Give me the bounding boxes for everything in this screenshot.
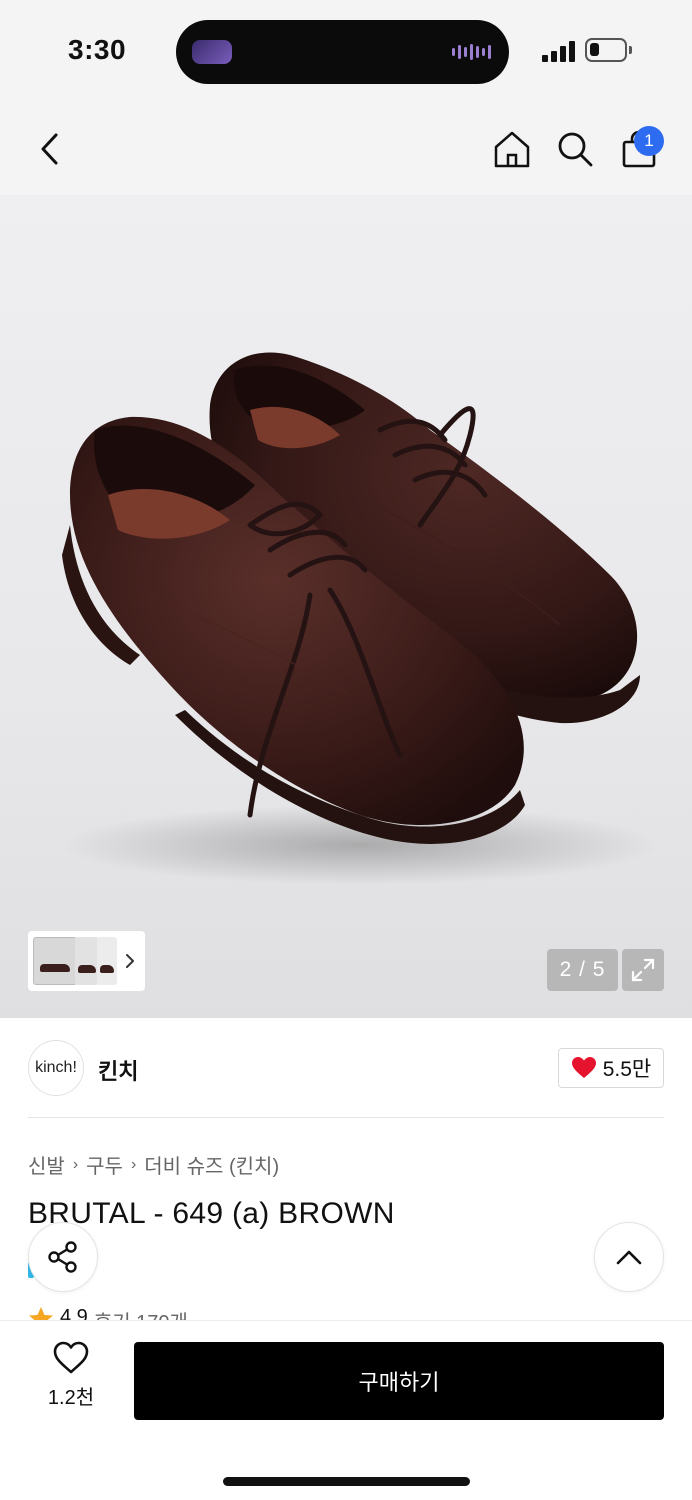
- star-icon: [29, 1307, 53, 1320]
- thumbnail-image[interactable]: [75, 937, 99, 985]
- search-button[interactable]: [553, 127, 597, 171]
- chevron-up-icon: [616, 1250, 642, 1265]
- back-chevron-icon: [41, 133, 58, 165]
- dynamic-island: [176, 20, 509, 84]
- review-count: 후기 170개: [94, 1306, 188, 1320]
- wishlist-count: 1.2천: [47, 1387, 95, 1409]
- image-counter: 2 / 5: [547, 949, 618, 991]
- now-playing-thumbnail: [192, 40, 232, 64]
- buy-button[interactable]: 구매하기: [134, 1342, 664, 1420]
- brand-name[interactable]: 킨치: [98, 1054, 138, 1086]
- home-icon: [494, 131, 530, 168]
- expand-icon: [631, 958, 655, 982]
- brand-like-count: 5.5만: [602, 1058, 652, 1081]
- wishlist-button[interactable]: 1.2천: [40, 1341, 102, 1421]
- breadcrumb-item[interactable]: 구두: [86, 1150, 123, 1179]
- audio-wave-icon: [452, 44, 491, 60]
- breadcrumb-item[interactable]: 신발: [28, 1150, 65, 1179]
- battery-icon: [585, 38, 632, 62]
- share-button[interactable]: [28, 1222, 98, 1292]
- status-time: 3:30: [68, 34, 127, 65]
- breadcrumb: 신발 › 구두 › 더비 슈즈 (킨치): [28, 1150, 279, 1179]
- product-image: [60, 352, 660, 885]
- status-bar: 3:30: [0, 0, 692, 105]
- heart-outline-icon: [53, 1341, 89, 1374]
- rating-summary[interactable]: 4.9 후기 170개: [28, 1306, 188, 1320]
- share-icon: [48, 1241, 77, 1273]
- thumbnail-image[interactable]: [33, 937, 77, 985]
- product-image-gallery[interactable]: 2 / 5: [0, 195, 692, 1018]
- nav-header: [0, 105, 692, 195]
- expand-image-button[interactable]: [622, 949, 664, 991]
- rating-score: 4.9: [60, 1306, 88, 1320]
- scroll-to-top-button[interactable]: [594, 1222, 664, 1292]
- cellular-signal-icon: [542, 40, 575, 62]
- home-indicator[interactable]: [223, 1477, 470, 1486]
- product-title: BRUTAL - 649 (a) BROWN: [28, 1197, 395, 1230]
- image-thumbnail-strip[interactable]: [28, 931, 145, 991]
- heart-filled-icon: [571, 1057, 596, 1078]
- search-icon: [558, 132, 593, 167]
- back-button[interactable]: [28, 127, 72, 171]
- brand-row: kinch! 킨치 5.5만: [28, 1040, 664, 1098]
- chevron-right-icon: ›: [72, 1155, 79, 1173]
- chevron-right-icon: ›: [130, 1155, 137, 1173]
- breadcrumb-item[interactable]: 더비 슈즈 (킨치): [144, 1150, 279, 1179]
- home-button[interactable]: [490, 127, 534, 171]
- brand-like-button[interactable]: 5.5만: [558, 1048, 664, 1088]
- chevron-right-icon: [126, 954, 134, 968]
- bottom-action-bar: 1.2천 구매하기: [0, 1320, 692, 1500]
- divider: [28, 1117, 664, 1118]
- cart-count-badge: 1: [634, 126, 664, 156]
- brand-logo[interactable]: kinch!: [28, 1040, 84, 1096]
- thumbnail-image[interactable]: [97, 937, 117, 985]
